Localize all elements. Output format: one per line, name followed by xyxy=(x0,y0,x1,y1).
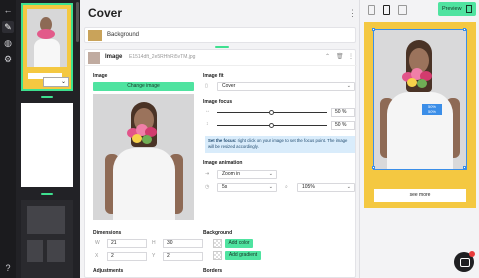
duration-value: 5s xyxy=(222,184,228,190)
image-focus-label: Image focus xyxy=(203,99,233,105)
duration-select[interactable]: 5s ⌄ xyxy=(217,183,277,192)
chevron-down-icon: ⌄ xyxy=(268,184,273,190)
chevron-down-icon: ⌄ xyxy=(60,79,66,85)
desktop-icon[interactable] xyxy=(368,5,375,15)
height-input[interactable]: 30 xyxy=(163,239,203,248)
pen-icon[interactable]: ✎ xyxy=(2,21,14,33)
notification-badge xyxy=(469,251,475,257)
chevron-down-icon: ⌄ xyxy=(346,184,351,190)
thumbnail-photo xyxy=(27,9,67,67)
slide-thumbnail-cover[interactable]: ⌄ xyxy=(21,3,73,91)
focus-point-marker[interactable]: 50% 50% xyxy=(422,104,442,115)
image-background-label: Background xyxy=(203,230,233,236)
background-section-label: Background xyxy=(107,32,140,38)
gradient-swatch[interactable] xyxy=(213,251,222,260)
x-icon: X xyxy=(95,253,99,259)
add-color-button[interactable]: Add color xyxy=(225,239,253,248)
fit-icon: ▯ xyxy=(205,83,208,89)
horizontal-icon: ↔ xyxy=(205,108,210,114)
back-icon[interactable]: ← xyxy=(2,4,14,16)
scale-value: 105% xyxy=(302,184,315,190)
more-icon[interactable]: ⋮ xyxy=(348,8,357,19)
resize-handle[interactable] xyxy=(372,166,375,169)
preview-button-label: Preview xyxy=(442,6,462,12)
slide-divider xyxy=(41,96,53,98)
image-animation-label: Image animation xyxy=(203,160,243,166)
thumbnail-select[interactable]: ⌄ xyxy=(43,77,69,87)
cover-preview-image[interactable]: 50% 50% xyxy=(373,29,467,170)
external-link-icon xyxy=(466,5,472,13)
collapse-icon[interactable]: ⌃ xyxy=(325,53,330,60)
slide-divider xyxy=(41,193,53,195)
more-icon[interactable]: ⋮ xyxy=(348,53,354,60)
see-more-button[interactable]: see more xyxy=(374,189,466,202)
slide-thumbnails: ⌄ xyxy=(16,0,80,278)
image-label: Image xyxy=(93,73,108,79)
flower-bouquet xyxy=(402,68,434,90)
globe-icon[interactable]: ◍ xyxy=(2,37,14,49)
chevron-down-icon: ⌄ xyxy=(268,171,273,177)
y-input[interactable]: 2 xyxy=(163,252,203,261)
change-image-button[interactable]: Change image xyxy=(93,82,194,91)
image-preview[interactable] xyxy=(93,94,194,220)
x-input[interactable]: 2 xyxy=(107,252,147,261)
zoom-icon: ⌕ xyxy=(285,184,288,190)
editor-panel: Cover ⋮ Background Image E1514dft_2e5RHh… xyxy=(80,0,360,278)
focus-x-input[interactable]: 50 % xyxy=(331,108,355,117)
cover-preview-card: 50% 50% see more xyxy=(364,22,476,208)
animation-select[interactable]: Zoom in ⌄ xyxy=(217,170,277,179)
background-swatch xyxy=(88,30,102,41)
left-rail: ← ✎ ◍ ⚙ ? xyxy=(0,0,16,278)
chevron-down-icon: ⌄ xyxy=(346,83,351,89)
thumbnails-scrollbar[interactable] xyxy=(76,2,79,42)
section-divider xyxy=(215,46,229,48)
mobile-icon[interactable] xyxy=(383,5,390,15)
width-icon: W xyxy=(95,240,100,246)
image-filename: E1514dft_2e5RHhRi5vTM.jpg xyxy=(129,54,196,60)
page-title: Cover xyxy=(88,6,123,20)
slide-thumbnail-3[interactable] xyxy=(21,200,73,278)
width-input[interactable]: 21 xyxy=(107,239,147,248)
focus-x-handle[interactable] xyxy=(269,110,274,115)
preview-button[interactable]: Preview xyxy=(438,2,476,16)
height-icon: H xyxy=(152,240,156,246)
focus-info-box: Set the focus: right click on your image… xyxy=(205,136,355,153)
scale-select[interactable]: 105% ⌄ xyxy=(297,183,355,192)
tablet-icon[interactable] xyxy=(398,5,407,15)
borders-label: Borders xyxy=(203,268,223,274)
focus-y-handle[interactable] xyxy=(269,123,274,128)
image-section: Image E1514dft_2e5RHhRi5vTM.jpg ⌃ 🗑 ⋮ Im… xyxy=(84,49,357,278)
color-swatch[interactable] xyxy=(213,239,222,248)
image-section-header[interactable]: Image E1514dft_2e5RHhRi5vTM.jpg ⌃ 🗑 ⋮ xyxy=(85,50,357,66)
animation-value: Zoom in xyxy=(222,171,241,177)
resize-handle[interactable] xyxy=(372,28,375,31)
image-fit-value: Cover xyxy=(222,83,236,89)
resize-handle[interactable] xyxy=(463,28,466,31)
image-fit-label: Image fit xyxy=(203,73,224,79)
adjustments-label: Adjustments xyxy=(93,268,124,274)
flower-bouquet xyxy=(127,124,159,146)
background-section[interactable]: Background xyxy=(84,27,356,43)
gear-icon[interactable]: ⚙ xyxy=(2,53,14,65)
focus-tag-y: 50% xyxy=(427,109,436,114)
add-gradient-button[interactable]: Add gradient xyxy=(225,251,261,260)
vertical-icon: ↕ xyxy=(206,121,209,127)
y-icon: Y xyxy=(152,253,156,259)
resize-handle[interactable] xyxy=(463,166,466,169)
image-thumb-icon xyxy=(88,52,100,64)
dimensions-label: Dimensions xyxy=(93,230,122,236)
focus-info-title: Set the focus: xyxy=(208,138,237,143)
app-root: ← ✎ ◍ ⚙ ? ⌄ Cover ⋮ Background Image E15… xyxy=(0,0,479,278)
animation-icon: ⇥ xyxy=(205,171,210,177)
clock-icon: ◷ xyxy=(205,184,210,190)
image-fit-select[interactable]: Cover ⌄ xyxy=(217,82,355,91)
help-icon[interactable]: ? xyxy=(2,262,14,274)
slide-thumbnail-2[interactable] xyxy=(21,103,73,187)
delete-icon[interactable]: 🗑 xyxy=(336,53,344,60)
image-section-title: Image xyxy=(105,54,123,60)
focus-y-input[interactable]: 50 % xyxy=(331,121,355,130)
